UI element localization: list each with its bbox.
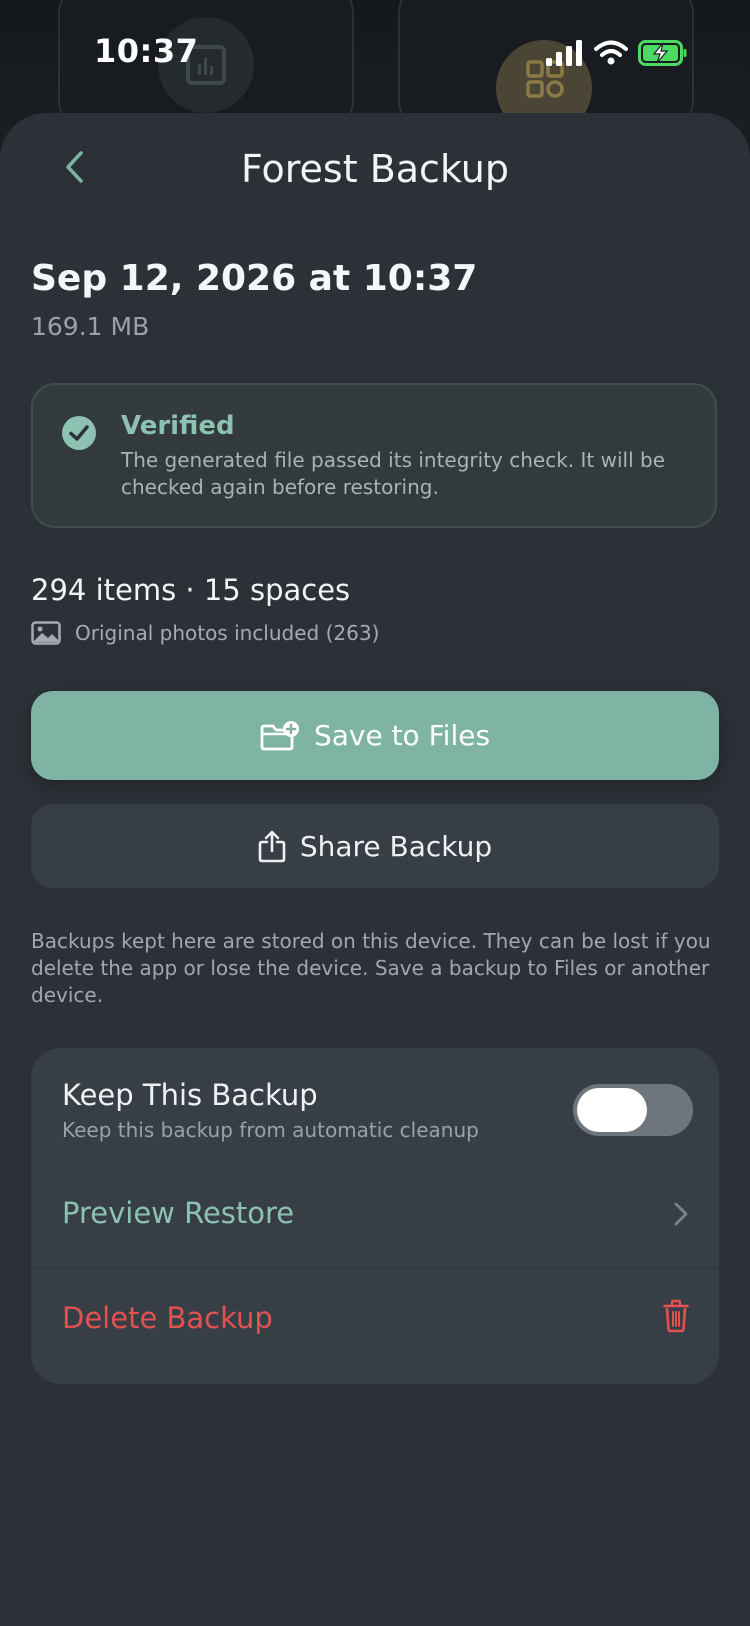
- share-backup-label: Share Backup: [299, 829, 493, 863]
- trash-icon: [663, 1299, 689, 1333]
- storage-disclaimer: Backups kept here are stored on this dev…: [31, 929, 711, 1007]
- delete-backup-label: Delete Backup: [62, 1301, 273, 1335]
- verified-card: Verified The generated file passed its i…: [31, 383, 717, 528]
- save-to-files-label: Save to Files: [313, 719, 491, 752]
- nav-bar: Forest Backup: [0, 113, 750, 213]
- delete-backup-row[interactable]: Delete Backup: [31, 1267, 719, 1384]
- photos-included-label: Original photos included (263): [75, 621, 380, 645]
- backup-settings-card: Keep This Backup Keep this backup from a…: [31, 1048, 719, 1384]
- page-title: Forest Backup: [241, 147, 509, 191]
- share-icon: [258, 830, 286, 863]
- wifi-icon: [594, 40, 628, 65]
- backup-counts: 294 items · 15 spaces: [31, 573, 351, 607]
- preview-restore-label: Preview Restore: [62, 1196, 295, 1230]
- preview-restore-row[interactable]: Preview Restore: [31, 1163, 719, 1268]
- status-indicators: [546, 40, 688, 66]
- battery-charging-icon: [638, 40, 687, 66]
- folder-plus-icon: [260, 720, 299, 750]
- keep-backup-title: Keep This Backup: [62, 1078, 318, 1112]
- backup-size: 169.1 MB: [31, 312, 150, 341]
- verified-description: The generated file passed its integrity …: [121, 448, 665, 499]
- signal-icon: [546, 40, 582, 66]
- status-time: 10:37: [94, 32, 199, 70]
- photos-info: Original photos included (263): [31, 621, 379, 645]
- keep-backup-subtitle: Keep this backup from automatic cleanup: [62, 1118, 479, 1142]
- keep-backup-row: Keep This Backup Keep this backup from a…: [31, 1048, 719, 1163]
- toggle-knob: [577, 1088, 647, 1132]
- image-icon: [31, 621, 61, 645]
- check-circle-icon: [62, 416, 96, 450]
- chevron-right-icon: [674, 1202, 688, 1226]
- backup-detail-sheet: Forest Backup Sep 12, 2026 at 10:37 169.…: [0, 113, 750, 1626]
- share-backup-button[interactable]: Share Backup: [31, 804, 719, 888]
- backup-date: Sep 12, 2026 at 10:37: [31, 258, 478, 299]
- keep-backup-toggle[interactable]: [573, 1084, 693, 1136]
- verified-title: Verified: [121, 411, 235, 441]
- save-to-files-button[interactable]: Save to Files: [31, 691, 719, 780]
